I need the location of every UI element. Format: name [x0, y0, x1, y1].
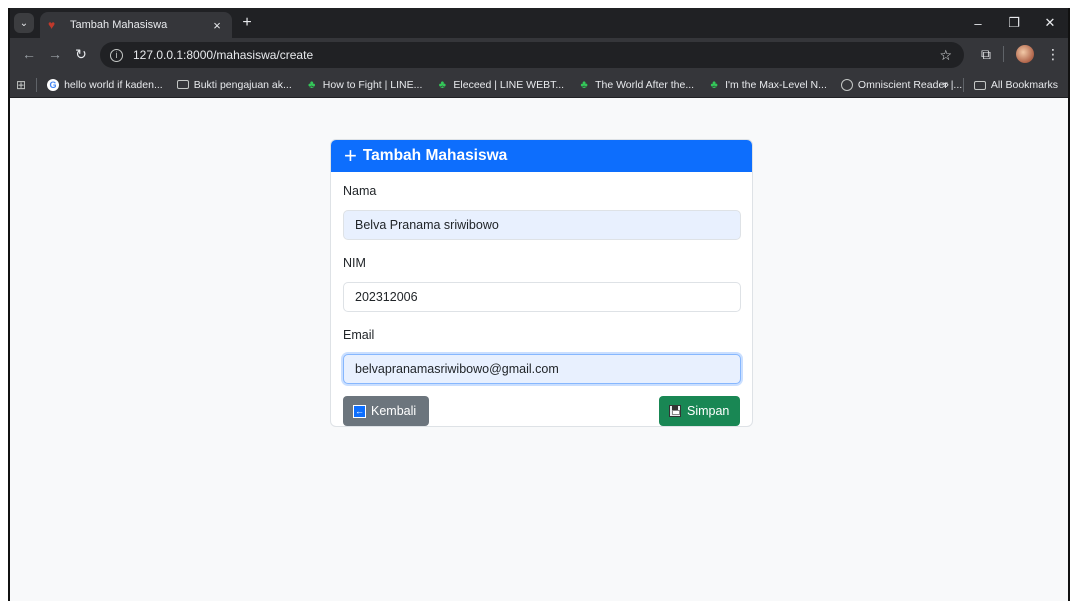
nama-label: Nama — [343, 184, 377, 198]
tab-close-icon[interactable]: × — [210, 18, 224, 33]
bookmark-item[interactable]: Bukti pengajuan ak... — [176, 79, 292, 91]
close-window-icon[interactable]: ✕ — [1032, 8, 1068, 38]
bookmarks-right: » All Bookmarks — [943, 72, 1058, 98]
laravel-favicon-icon: ♥ — [48, 18, 56, 32]
bookmark-item[interactable]: Ghello world if kaden... — [47, 78, 163, 91]
toolbar-right: ⧉ ⋮ — [981, 45, 1060, 63]
browser-toolbar: ← → ↻ i 127.0.0.1:8000/mahasiswa/create … — [10, 38, 1068, 72]
globe-icon — [840, 78, 853, 91]
minimize-icon[interactable]: – — [960, 8, 996, 38]
nim-input[interactable] — [343, 282, 741, 312]
window-controls: – ❐ ✕ — [960, 8, 1068, 38]
site-info-icon[interactable]: i — [110, 48, 123, 62]
bookmarks-divider — [36, 77, 38, 92]
nama-input[interactable] — [343, 210, 741, 240]
page-content: + Tambah Mahasiswa Nama NIM Email ← Kemb… — [10, 98, 1068, 601]
webtoon-icon: ♣ — [308, 78, 316, 91]
bookmark-item[interactable]: ♣ The World After the... — [578, 79, 694, 91]
plus-icon: + — [344, 143, 357, 168]
save-button[interactable]: Simpan — [659, 396, 740, 426]
card-header: + Tambah Mahasiswa — [331, 140, 752, 172]
bookmarks-divider — [962, 78, 964, 92]
create-student-card: + Tambah Mahasiswa Nama NIM Email ← Kemb… — [330, 139, 753, 427]
back-button[interactable]: ← Kembali — [343, 396, 429, 426]
email-input[interactable] — [343, 354, 741, 384]
floppy-disk-icon — [669, 405, 681, 417]
tab-title: Tambah Mahasiswa — [70, 19, 168, 31]
bookmarks-bar: ⊞ Ghello world if kaden... Bukti pengaju… — [10, 72, 1068, 98]
tab-search-icon[interactable]: ⌄ — [14, 13, 34, 33]
tab-strip: ⌄ ♥ Tambah Mahasiswa × + – ❐ ✕ — [10, 8, 1068, 38]
email-label: Email — [343, 328, 375, 342]
form-body: Nama NIM Email ← Kembali Simpan — [331, 172, 752, 426]
apps-grid-icon[interactable]: ⊞ — [16, 78, 26, 92]
forward-arrow-icon[interactable]: → — [46, 46, 64, 62]
webtoon-icon: ♣ — [438, 78, 446, 91]
browser-window: ⌄ ♥ Tambah Mahasiswa × + – ❐ ✕ ← → ↻ i 1… — [8, 8, 1070, 601]
bookmark-item[interactable]: ♣ How to Fight | LINE... — [306, 78, 422, 91]
tab-active[interactable]: ♥ Tambah Mahasiswa × — [40, 12, 232, 38]
folder-icon — [973, 80, 986, 90]
toolbar-divider — [1003, 46, 1004, 62]
restore-icon[interactable]: ❐ — [996, 8, 1032, 38]
webtoon-icon: ♣ — [710, 78, 718, 91]
bookmark-star-icon[interactable]: ☆ — [939, 47, 952, 64]
google-icon: G — [47, 78, 60, 91]
save-button-label: Simpan — [687, 404, 730, 418]
nim-label: NIM — [343, 256, 366, 270]
url-text[interactable]: 127.0.0.1:8000/mahasiswa/create — [133, 48, 939, 62]
bookmark-item[interactable]: ♣ I'm the Max-Level N... — [708, 79, 827, 91]
back-arrow-box-icon: ← — [353, 404, 366, 418]
more-menu-icon[interactable]: ⋮ — [1046, 46, 1060, 63]
bookmark-item[interactable]: ♣ Eleceed | LINE WEBT... — [436, 79, 564, 91]
reload-icon[interactable]: ↻ — [72, 46, 90, 63]
bookmarks-overflow-button[interactable]: » — [943, 79, 949, 91]
extensions-icon[interactable]: ⧉ — [981, 46, 991, 63]
card-title: Tambah Mahasiswa — [362, 147, 508, 164]
webtoon-icon: ♣ — [580, 78, 588, 91]
form-actions: ← Kembali Simpan — [343, 396, 740, 426]
back-arrow-icon[interactable]: ← — [20, 46, 38, 62]
address-bar[interactable]: i 127.0.0.1:8000/mahasiswa/create ☆ — [100, 42, 964, 68]
new-tab-button[interactable]: + — [238, 14, 256, 32]
profile-avatar[interactable] — [1016, 45, 1034, 63]
back-button-label: Kembali — [371, 404, 417, 418]
folder-icon — [176, 80, 189, 89]
all-bookmarks-button[interactable]: All Bookmarks — [973, 79, 1058, 91]
